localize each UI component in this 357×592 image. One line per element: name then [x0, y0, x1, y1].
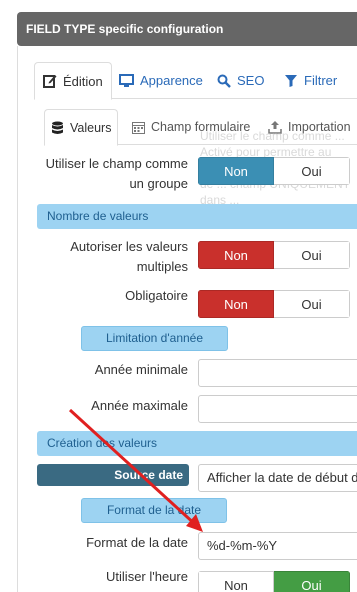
- use-time-toggle: Non Oui: [198, 571, 350, 592]
- tab-seo-label: SEO: [237, 73, 265, 88]
- tab-filtrer-label: Filtrer: [304, 73, 338, 88]
- required-toggle: Non Oui: [198, 290, 350, 318]
- multiple-toggle: Non Oui: [198, 241, 350, 269]
- panel-header: FIELD TYPE specific configuration: [17, 12, 357, 46]
- required-label: Obligatoire: [125, 288, 188, 303]
- main-tabs: Édition Apparence SEO Filtrer: [34, 62, 357, 100]
- multiple-no-button[interactable]: Non: [198, 241, 274, 269]
- multiple-yes-button[interactable]: Oui: [274, 241, 350, 269]
- group-yes-button[interactable]: Oui: [274, 157, 350, 185]
- min-year-input[interactable]: [198, 359, 357, 387]
- multiple-label: Autoriser les valeurs multiples: [70, 239, 188, 274]
- calendar-icon: [132, 121, 145, 134]
- monitor-icon: [119, 73, 134, 87]
- group-no-button[interactable]: Non: [198, 157, 274, 185]
- use-time-yes-button[interactable]: Oui: [274, 571, 350, 592]
- tab-valeurs[interactable]: Valeurs: [44, 109, 119, 146]
- database-icon: [52, 121, 63, 134]
- panel-title: FIELD TYPE specific configuration: [26, 22, 224, 36]
- use-time-no-button[interactable]: Non: [198, 571, 274, 592]
- tab-apparence[interactable]: Apparence: [119, 62, 203, 99]
- edit-icon: [43, 75, 57, 88]
- tab-apparence-label: Apparence: [140, 73, 203, 88]
- tab-valeurs-label: Valeurs: [70, 120, 112, 135]
- min-year-label: Année minimale: [94, 362, 188, 377]
- group-toggle: Non Oui: [198, 157, 350, 185]
- date-source-select[interactable]: Afficher la date de début d: [198, 464, 357, 492]
- tab-seo[interactable]: SEO: [217, 62, 264, 99]
- required-no-button[interactable]: Non: [198, 290, 274, 318]
- date-source-label: Source date: [37, 464, 189, 486]
- max-year-input[interactable]: [198, 395, 357, 423]
- section-creation-valeurs: Création des valeurs: [37, 431, 357, 456]
- date-format-header: Format de la date: [81, 498, 227, 523]
- use-time-label: Utiliser l'heure: [106, 569, 188, 584]
- group-label: Utiliser le champ comme un groupe: [45, 156, 188, 191]
- required-yes-button[interactable]: Oui: [274, 290, 350, 318]
- date-format-input[interactable]: %d-%m-%Y: [198, 532, 357, 560]
- search-icon: [217, 74, 231, 88]
- section-nombre-valeurs: Nombre de valeurs: [37, 204, 357, 229]
- year-limit-header: Limitation d'année: [81, 326, 228, 351]
- filter-icon: [285, 74, 297, 87]
- max-year-label: Année maximale: [91, 398, 188, 413]
- tab-filtrer[interactable]: Filtrer: [284, 62, 337, 99]
- tab-edition-label: Édition: [63, 73, 103, 89]
- date-format-label: Format de la date: [86, 535, 188, 550]
- tab-edition[interactable]: Édition: [34, 62, 112, 100]
